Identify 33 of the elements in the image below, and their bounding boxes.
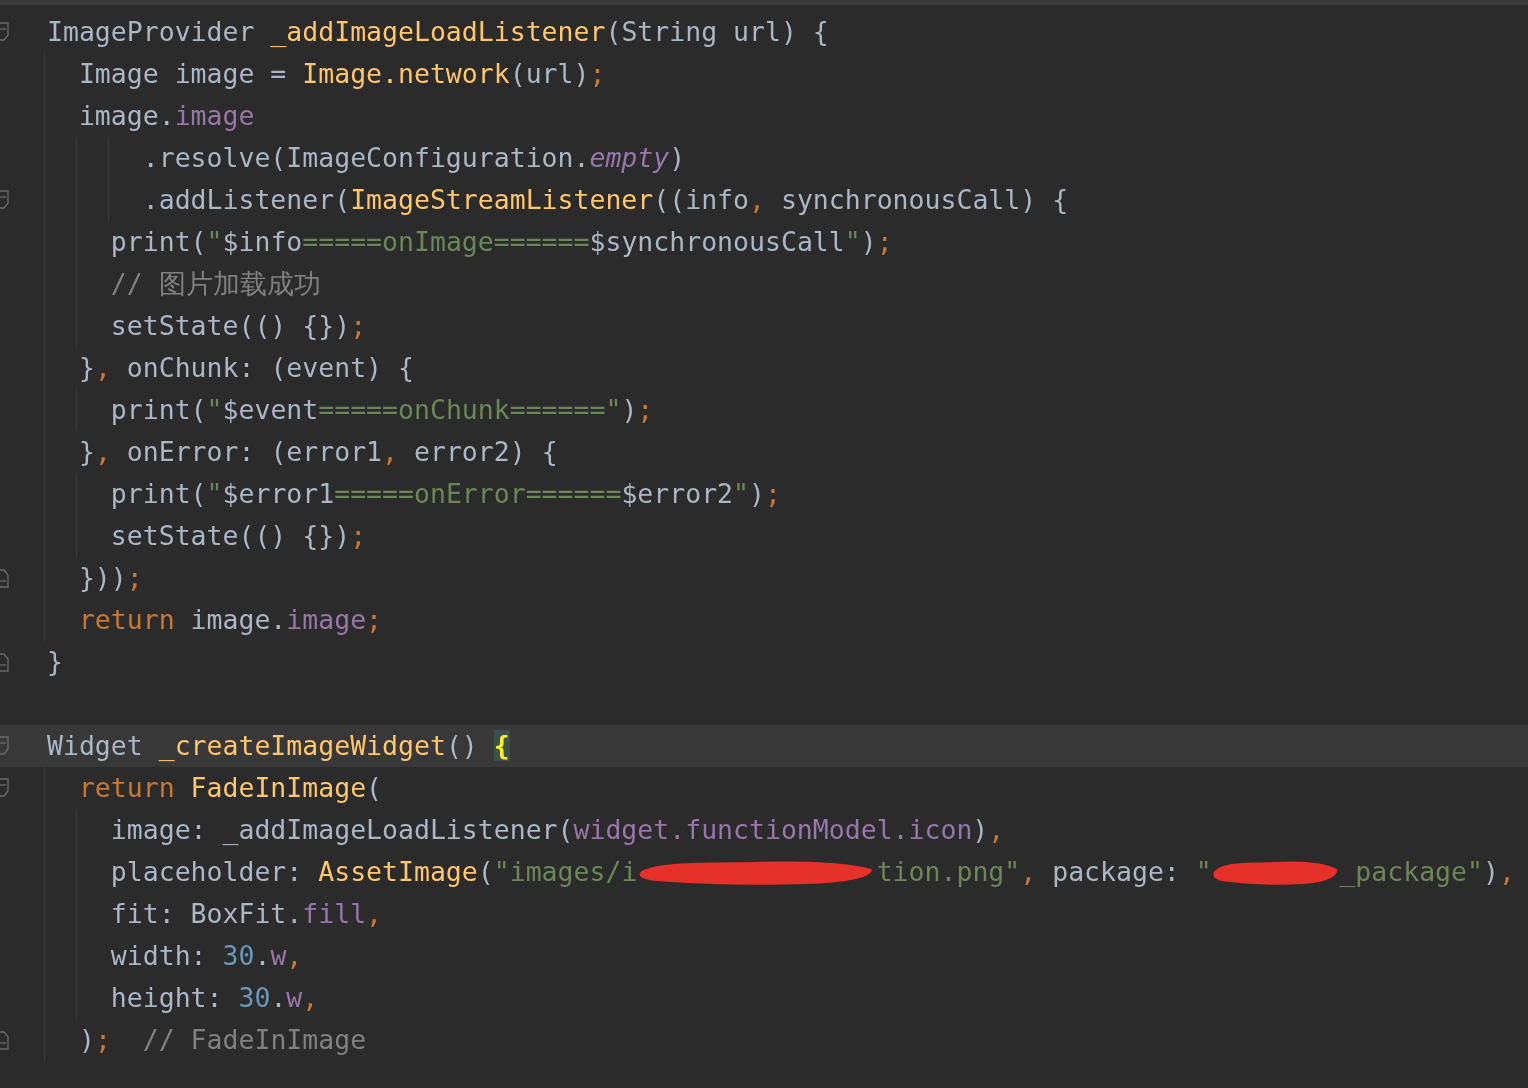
code-line: Image image = Image.network(url); [77,58,606,90]
code-line: image.image [77,100,255,132]
fold-marker-icon[interactable] [0,190,9,210]
code-line: fit: BoxFit.fill, [109,898,383,930]
code-line: })); [77,562,143,594]
code-line: print("$error1=====onError======$error2"); [109,478,781,510]
fold-marker-icon[interactable] [0,1030,9,1050]
code-line: .resolve(ImageConfiguration.empty) [141,142,686,174]
code-text: placeholder: AssetImage("images/i [109,856,638,888]
fold-marker-icon[interactable] [0,568,9,588]
code-line: return FadeInImage( [77,772,383,804]
code-line: return image.image; [77,604,383,636]
fold-marker-icon[interactable] [0,778,9,798]
code-line: image: _addImageLoadListener(widget.functionModel.icon), [109,814,1005,846]
fold-marker-icon[interactable] [0,652,9,672]
code-line: setState(() {}); [109,520,367,552]
fold-marker-icon[interactable] [0,22,9,42]
code-line: .addListener(ImageStreamListener((info, synchronousCall) { [141,184,1069,216]
code-line: setState(() {}); [109,310,367,342]
fold-marker-icon[interactable] [0,736,9,756]
code-text: _package"), [1339,856,1515,888]
code-line: }, onChunk: (event) { [77,352,414,384]
code-text: tion.png", package: " [876,856,1212,888]
code-line: print("$info=====onImage======$synchronousCall"); [109,226,893,258]
code-line: ); // FadeInImage [77,1024,367,1056]
code-line: Widget _createImageWidget() { [47,730,510,762]
code-line: height: 30.w, [109,982,319,1014]
code-line: }, onError: (error1, error2) { [77,436,558,468]
code-line: print("$event=====onChunk======"); [109,394,654,426]
code-line: width: 30.w, [109,940,303,972]
code-line: ImageProvider _addImageLoadListener(String url) { [47,16,829,48]
code-line: // 图片加载成功 [109,268,321,300]
code-line: } [47,646,63,678]
